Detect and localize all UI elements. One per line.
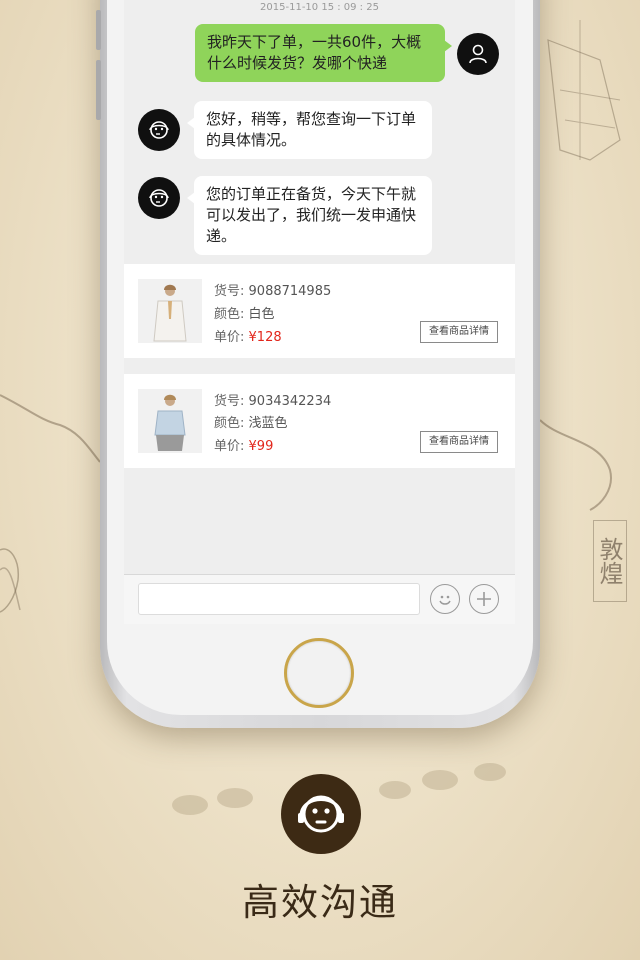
user-icon bbox=[469, 44, 487, 64]
item-no-value: 9088714985 bbox=[248, 284, 332, 299]
plus-icon[interactable] bbox=[469, 584, 499, 614]
color-value: 浅蓝色 bbox=[248, 416, 288, 431]
smiley-icon[interactable] bbox=[430, 584, 460, 614]
feature-title: 高效沟通 bbox=[242, 881, 398, 924]
view-details-button[interactable]: 查看商品详情 bbox=[420, 321, 498, 343]
color-label: 颜色: bbox=[214, 307, 245, 322]
price-label: 单价: bbox=[214, 439, 245, 454]
volume-up-button bbox=[96, 10, 101, 50]
color-value: 白色 bbox=[248, 307, 275, 322]
map-seal-stamp: 敦煌 bbox=[593, 520, 627, 602]
product-card[interactable]: 货号: 9034342234 颜色: 浅蓝色 单价: ¥99 查看商品详情 bbox=[124, 374, 515, 468]
agent-avatar[interactable] bbox=[138, 109, 180, 151]
user-avatar[interactable] bbox=[457, 33, 499, 75]
home-button[interactable] bbox=[284, 638, 354, 708]
chat-timestamp: 2015-11-10 15 : 09 : 25 bbox=[260, 2, 379, 13]
chat-screen: 2015-11-10 15 : 09 : 25 我昨天下了单，一共60件，大概什… bbox=[124, 0, 515, 624]
customer-service-icon bbox=[149, 189, 169, 207]
item-no-label: 货号: bbox=[214, 284, 245, 299]
price-value: ¥99 bbox=[248, 439, 274, 454]
price-label: 单价: bbox=[214, 330, 245, 345]
customer-service-icon bbox=[149, 121, 169, 139]
view-details-button[interactable]: 查看商品详情 bbox=[420, 431, 498, 453]
item-no-value: 9034342234 bbox=[248, 394, 332, 409]
agent-message-bubble: 您好，稍等，帮您查询一下订单的具体情况。 bbox=[187, 101, 432, 159]
volume-down-button bbox=[96, 60, 101, 120]
product-image[interactable] bbox=[138, 279, 202, 343]
message-input[interactable] bbox=[138, 583, 420, 615]
product-image[interactable] bbox=[138, 389, 202, 453]
product-card[interactable]: 货号: 9088714985 颜色: 白色 单价: ¥128 查看商品详情 bbox=[124, 264, 515, 358]
chat-input-bar bbox=[124, 574, 515, 624]
price-value: ¥128 bbox=[248, 330, 282, 345]
agent-message-bubble: 您的订单正在备货，今天下午就可以发出了，我们统一发申通快递。 bbox=[187, 176, 432, 255]
item-no-label: 货号: bbox=[214, 394, 245, 409]
color-label: 颜色: bbox=[214, 416, 245, 431]
user-message-bubble: 我昨天下了单，一共60件，大概什么时候发货？发哪个快递 bbox=[195, 24, 452, 82]
customer-service-icon bbox=[281, 774, 361, 854]
agent-avatar[interactable] bbox=[138, 177, 180, 219]
